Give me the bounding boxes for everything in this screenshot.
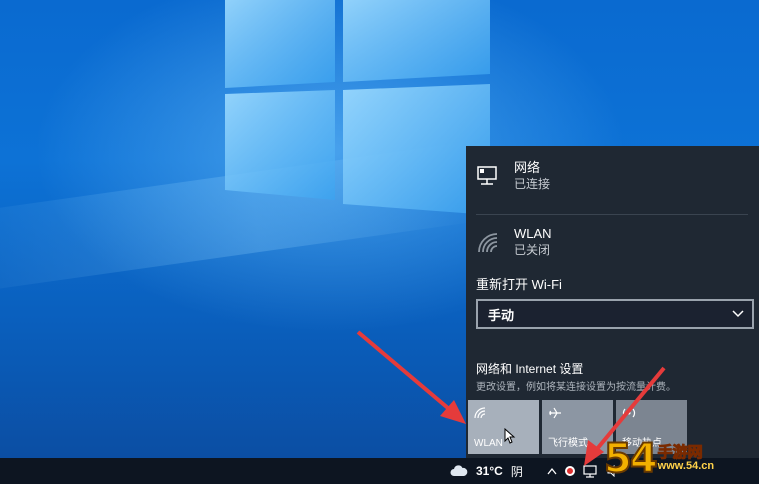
network-connection[interactable]: 网络 已连接 [476, 160, 550, 192]
reconnect-wifi-label: 重新打开 Wi-Fi [476, 277, 562, 292]
system-tray: 31°C 阴 [450, 458, 619, 484]
hotspot-icon [622, 408, 636, 418]
weather-condition[interactable]: 阴 [511, 463, 523, 480]
wlan-connection[interactable]: WLAN 已关闭 [476, 226, 552, 258]
watermark-number: 54 [603, 436, 659, 482]
network-settings-link[interactable]: 网络和 Internet 设置 [476, 360, 583, 377]
weather-temperature[interactable]: 31°C [476, 464, 503, 478]
tile-wlan-label: WLAN [474, 438, 503, 449]
mouse-cursor-icon [504, 428, 516, 444]
tile-airplane-label: 飞行模式 [548, 438, 588, 449]
reconnect-wifi-select[interactable]: 手动 [476, 299, 754, 329]
cloud-icon [450, 465, 468, 476]
reconnect-wifi-value: 手动 [488, 307, 515, 323]
record-icon[interactable] [564, 466, 575, 476]
tile-wlan[interactable]: WLAN [468, 400, 539, 454]
wifi-signal-icon [478, 233, 498, 253]
network-title: 网络 [514, 160, 541, 175]
tile-airplane-mode[interactable]: 飞行模式 [542, 400, 613, 454]
site-watermark-logo: 54 手游网 www.54.cn [603, 434, 759, 484]
network-settings-description: 更改设置，例如将某连接设置为按流量计费。 [476, 382, 676, 393]
network-flyout: 网络 已连接 WLAN 已关闭 重新打开 Wi-Fi 手动 网络和 Intern… [466, 146, 759, 458]
chevron-up-icon[interactable] [547, 467, 557, 475]
network-tray-icon[interactable] [583, 464, 599, 478]
network-status: 已连接 [514, 177, 551, 191]
watermark-site-name: 手游网 [657, 443, 703, 461]
wlan-status: 已关闭 [514, 243, 551, 257]
airplane-icon [549, 407, 561, 419]
chevron-down-icon [732, 310, 744, 318]
ethernet-monitor-icon [477, 166, 497, 185]
divider [476, 214, 748, 215]
wlan-title: WLAN [514, 226, 552, 241]
watermark-url: www.54.cn [657, 460, 715, 472]
wifi-icon [474, 407, 486, 419]
